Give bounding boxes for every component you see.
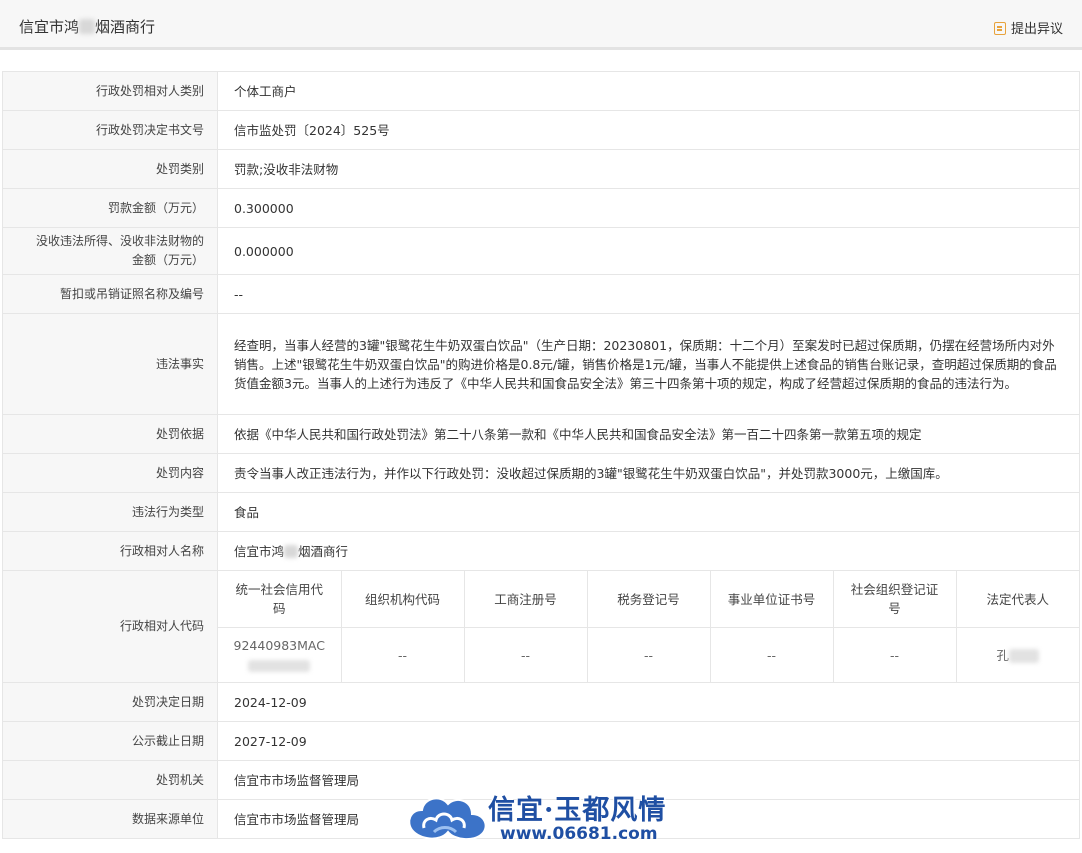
table-row: 处罚依据 依据《中华人民共和国行政处罚法》第二十八条第一款和《中华人民共和国食品… (2, 414, 1080, 454)
row-value: 信宜市市场监督管理局 (217, 760, 1080, 800)
row-label: 处罚决定日期 (2, 682, 218, 722)
social-cert-no: -- (833, 627, 957, 682)
legal-rep-cell: 孔 (956, 628, 1079, 683)
row-value: 责令当事人改正违法行为，并作以下行政处罚：没收超过保质期的3罐"银鹭花生牛奶双蛋… (217, 453, 1080, 493)
row-label: 行政处罚决定书文号 (2, 110, 218, 150)
col-header: 事业单位证书号 (710, 571, 834, 628)
title-part2: 烟酒商行 (95, 18, 156, 36)
row-label: 违法事实 (2, 313, 218, 415)
row-label: 处罚类别 (2, 149, 218, 189)
row-value: 0.000000 (217, 227, 1080, 275)
title-part1: 信宜市鸿 (19, 18, 80, 36)
row-label: 罚款金额（万元） (2, 188, 218, 228)
row-value: 2027-12-09 (217, 721, 1080, 761)
row-value: 信宜市鸿 烟酒商行 (217, 531, 1080, 571)
org-code: -- (341, 627, 465, 682)
row-value: 个体工商户 (217, 71, 1080, 111)
party-name-part2: 烟酒商行 (298, 543, 349, 559)
table-row: 处罚类别 罚款;没收非法财物 (2, 149, 1080, 189)
table-row: 没收违法所得、没收非法财物的金额（万元） 0.000000 (2, 227, 1080, 275)
credit-code-cell: 92440983MAC (218, 627, 342, 682)
row-value: 0.300000 (217, 188, 1080, 228)
table-row: 暂扣或吊销证照名称及编号 -- (2, 274, 1080, 314)
col-header: 社会组织登记证号 (833, 571, 957, 628)
row-label: 暂扣或吊销证照名称及编号 (2, 274, 218, 314)
party-code-table: 统一社会信用代码 组织机构代码 工商注册号 税务登记号 事业单位证书号 社会组织… (218, 571, 1079, 682)
row-label: 行政相对人名称 (2, 531, 218, 571)
table-row: 处罚机关 信宜市市场监督管理局 (2, 760, 1080, 800)
objection-label: 提出异议 (1010, 22, 1063, 37)
row-value: 食品 (217, 492, 1080, 532)
table-row: 罚款金额（万元） 0.300000 (2, 188, 1080, 228)
col-header: 组织机构代码 (341, 571, 465, 628)
row-label: 数据来源单位 (2, 799, 218, 839)
page-title: 信宜市鸿 烟酒商行 (19, 16, 155, 37)
table-row: 处罚内容 责令当事人改正违法行为，并作以下行政处罚：没收超过保质期的3罐"银鹭花… (2, 453, 1080, 493)
table-row: 数据来源单位 信宜市市场监督管理局 (2, 799, 1080, 839)
page-header: 信宜市鸿 烟酒商行 提出异议 (0, 0, 1082, 50)
tax-reg-no: -- (587, 627, 711, 682)
table-row: 公示截止日期 2027-12-09 (2, 721, 1080, 761)
row-value: 信宜市市场监督管理局 (217, 799, 1080, 839)
table-row: 行政相对人名称 信宜市鸿 烟酒商行 (2, 531, 1080, 571)
edit-document-icon (993, 22, 1006, 35)
row-value: 信市监处罚〔2024〕525号 (217, 110, 1080, 150)
redaction-mask (284, 544, 299, 558)
table-row: 行政处罚相对人类别 个体工商户 (2, 71, 1080, 111)
row-label: 没收违法所得、没收非法财物的金额（万元） (2, 227, 218, 275)
col-header: 法定代表人 (956, 571, 1079, 628)
col-header: 税务登记号 (587, 571, 711, 628)
row-label: 处罚依据 (2, 414, 218, 454)
table-row: 违法行为类型 食品 (2, 492, 1080, 532)
row-value: 罚款;没收非法财物 (217, 149, 1080, 189)
legal-rep: 孔 (996, 647, 1009, 663)
table-row: 行政相对人代码 统一社会信用代码 组织机构代码 工商注册号 税务登记号 事业单位… (2, 570, 1080, 683)
penalty-info-table: 行政处罚相对人类别 个体工商户 行政处罚决定书文号 信市监处罚〔2024〕525… (2, 71, 1080, 839)
party-name-part1: 信宜市鸿 (234, 543, 285, 559)
col-header: 统一社会信用代码 (218, 571, 342, 628)
codes-value-row: 92440983MAC -- -- -- -- -- 孔 (218, 627, 1079, 683)
row-label: 违法行为类型 (2, 492, 218, 532)
biz-reg-no: -- (464, 627, 588, 682)
label-line1: 没收违法所得、没收非法财物的 (35, 234, 204, 248)
party-code-cell: 统一社会信用代码 组织机构代码 工商注册号 税务登记号 事业单位证书号 社会组织… (217, 570, 1080, 683)
row-label: 行政相对人代码 (2, 570, 218, 683)
credit-code: 92440983MAC (233, 638, 325, 653)
row-label: 行政处罚相对人类别 (2, 71, 218, 111)
label-line2: 金额（万元） (131, 253, 204, 267)
row-label: 处罚机关 (2, 760, 218, 800)
row-value: 依据《中华人民共和国行政处罚法》第二十八条第一款和《中华人民共和国食品安全法》第… (217, 414, 1080, 454)
inst-cert-no: -- (710, 627, 834, 682)
row-value: 2024-12-09 (217, 682, 1080, 722)
table-row: 处罚决定日期 2024-12-09 (2, 682, 1080, 722)
row-value: -- (217, 274, 1080, 314)
table-row: 违法事实 经查明，当事人经营的3罐"银鹭花生牛奶双蛋白饮品"（生产日期：2023… (2, 313, 1080, 415)
redaction-mask (248, 659, 311, 672)
redaction-mask (79, 19, 96, 34)
codes-header-row: 统一社会信用代码 组织机构代码 工商注册号 税务登记号 事业单位证书号 社会组织… (218, 571, 1079, 628)
row-value: 经查明，当事人经营的3罐"银鹭花生牛奶双蛋白饮品"（生产日期：20230801，… (217, 313, 1080, 415)
row-label: 处罚内容 (2, 453, 218, 493)
table-row: 行政处罚决定书文号 信市监处罚〔2024〕525号 (2, 110, 1080, 150)
objection-button[interactable]: 提出异议 (993, 18, 1063, 37)
row-label: 公示截止日期 (2, 721, 218, 761)
col-header: 工商注册号 (464, 571, 588, 628)
redaction-mask (1009, 649, 1039, 663)
